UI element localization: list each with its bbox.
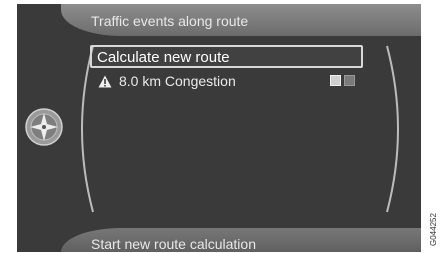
list-item-label: 8.0 km Congestion [119, 73, 236, 89]
warning-triangle-icon [98, 75, 112, 88]
screen-title: Traffic events along route [91, 13, 249, 29]
event-status-icon [330, 75, 341, 86]
compass-icon[interactable] [24, 107, 64, 147]
list-item-label: Calculate new route [97, 49, 230, 66]
list-item-congestion[interactable]: 8.0 km Congestion [95, 72, 365, 92]
left-arc-decoration [81, 45, 94, 213]
navigation-screen: Traffic events along route Calculate new… [17, 4, 421, 252]
help-text: Start new route calculation [91, 236, 256, 252]
figure-code: G044252 [429, 213, 438, 246]
list-item-calculate-new-route[interactable]: Calculate new route [90, 45, 363, 68]
right-arc-decoration [386, 45, 399, 213]
event-status-icon [344, 75, 355, 86]
